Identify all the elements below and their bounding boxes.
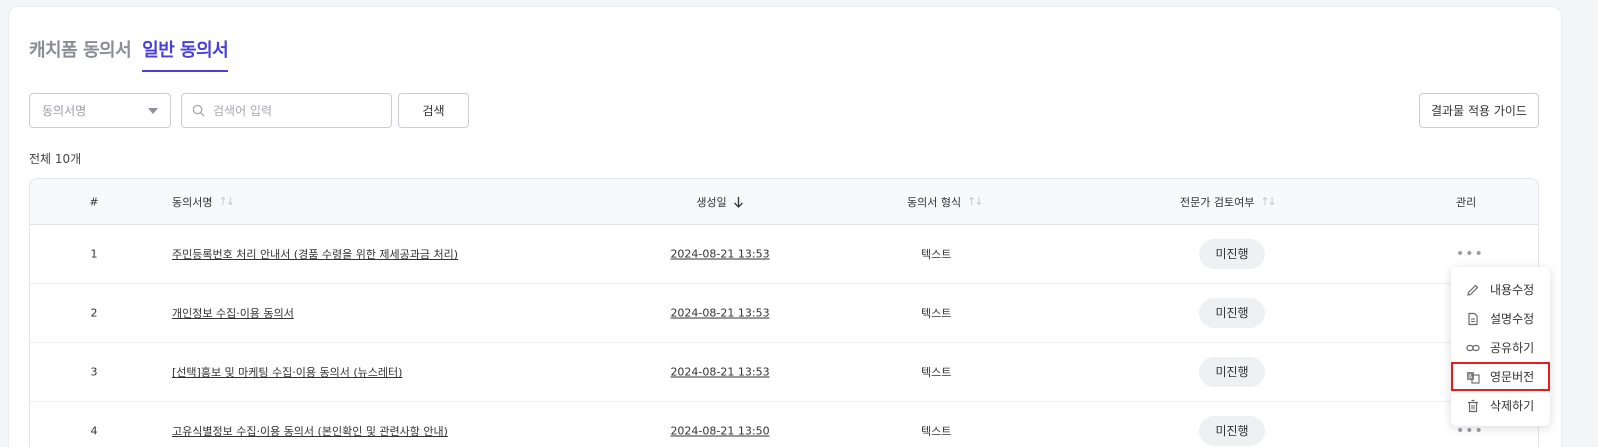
apply-guide-button[interactable]: 결과물 적용 가이드	[1419, 93, 1539, 128]
table-header: # 동의서명 ↑↓ 생성일 동의서 형식 ↑↓ 전문가 검토여부 ↑↓ 관리	[30, 179, 1538, 225]
link-icon	[1466, 344, 1480, 351]
document-icon	[1468, 312, 1478, 325]
search-icon	[192, 104, 205, 117]
menu-item-label: 내용수정	[1490, 283, 1535, 297]
table-row: 3 [선택]홍보 및 마케팅 수집·이용 동의서 (뉴스레터) 2024-08-…	[30, 343, 1538, 402]
menu-item-edit-content[interactable]: 내용수정	[1451, 275, 1550, 304]
menu-item-label: 설명수정	[1490, 312, 1535, 326]
sort-icon[interactable]: ↑↓	[1260, 195, 1277, 208]
header-date[interactable]: 생성일	[620, 194, 820, 210]
created-date[interactable]: 2024-08-21 13:53	[620, 248, 820, 261]
consent-name-link[interactable]: 개인정보 수집·이용 동의서	[172, 305, 294, 321]
header-name-label: 동의서명	[172, 195, 213, 209]
chevron-down-icon	[148, 107, 158, 114]
pencil-icon	[1467, 284, 1479, 296]
menu-item-share[interactable]: 공유하기	[1451, 333, 1550, 362]
review-status-badge: 미진행	[1199, 239, 1265, 269]
menu-item-edit-description[interactable]: 설명수정	[1451, 304, 1550, 333]
created-date[interactable]: 2024-08-21 13:53	[620, 307, 820, 320]
sort-icon[interactable]: ↑↓	[967, 195, 984, 208]
total-count: 전체 10개	[29, 152, 82, 166]
review-status-badge: 미진행	[1199, 357, 1265, 387]
review-status-badge: 미진행	[1199, 416, 1265, 446]
consent-name-link[interactable]: 고유식별정보 수집·이용 동의서 (본인확인 및 관련사항 안내)	[172, 423, 448, 439]
search-box[interactable]	[181, 93, 392, 128]
more-options-icon[interactable]: •••	[1456, 246, 1484, 262]
consent-type: 텍스트	[921, 307, 952, 320]
table-row: 4 고유식별정보 수집·이용 동의서 (본인확인 및 관련사항 안내) 2024…	[30, 402, 1538, 447]
header-type[interactable]: 동의서 형식 ↑↓	[907, 194, 984, 210]
header-type-label: 동의서 형식	[907, 195, 962, 209]
consent-name-link[interactable]: [선택]홍보 및 마케팅 수집·이용 동의서 (뉴스레터)	[172, 364, 402, 380]
consent-type: 텍스트	[921, 366, 952, 379]
header-name[interactable]: 동의서명 ↑↓	[172, 194, 235, 210]
header-review[interactable]: 전문가 검토여부 ↑↓	[1180, 194, 1277, 210]
header-review-label: 전문가 검토여부	[1180, 195, 1255, 209]
translate-icon: A	[1467, 371, 1480, 384]
consent-type: 텍스트	[921, 425, 952, 438]
tab-catchform-consent[interactable]: 캐치폼 동의서	[29, 36, 132, 72]
tab-bar: 캐치폼 동의서 일반 동의서	[29, 36, 229, 72]
menu-item-label: 영문버전	[1490, 370, 1535, 384]
select-value: 동의서명	[42, 104, 87, 118]
consent-name-link[interactable]: 주민등록번호 처리 안내서 (경품 수령을 위한 제세공과금 처리)	[172, 246, 458, 262]
search-field-select[interactable]: 동의서명	[29, 93, 171, 128]
review-status-badge: 미진행	[1199, 298, 1265, 328]
search-button[interactable]: 검색	[398, 93, 469, 128]
menu-item-label: 공유하기	[1490, 341, 1535, 355]
search-input[interactable]	[213, 103, 373, 118]
consent-type: 텍스트	[921, 248, 952, 261]
header-date-label: 생성일	[696, 195, 727, 209]
sort-desc-icon[interactable]	[733, 196, 744, 208]
created-date[interactable]: 2024-08-21 13:53	[620, 366, 820, 379]
sort-icon[interactable]: ↑↓	[218, 195, 235, 208]
row-actions-menu: 내용수정 설명수정 공유하기 A 영문버전 삭제하기	[1451, 267, 1550, 426]
created-date[interactable]: 2024-08-21 13:50	[620, 425, 820, 438]
menu-item-english-version[interactable]: A 영문버전	[1451, 362, 1550, 391]
tab-general-consent[interactable]: 일반 동의서	[142, 36, 229, 72]
trash-icon	[1468, 399, 1478, 412]
header-mgmt: 관리	[1456, 195, 1477, 209]
menu-item-delete[interactable]: 삭제하기	[1451, 391, 1550, 420]
table-row: 2 개인정보 수집·이용 동의서 2024-08-21 13:53 텍스트 미진…	[30, 284, 1538, 343]
table-row: 1 주민등록번호 처리 안내서 (경품 수령을 위한 제세공과금 처리) 202…	[30, 225, 1538, 284]
consent-table: # 동의서명 ↑↓ 생성일 동의서 형식 ↑↓ 전문가 검토여부 ↑↓ 관리 1…	[29, 178, 1539, 447]
menu-item-label: 삭제하기	[1490, 399, 1535, 413]
